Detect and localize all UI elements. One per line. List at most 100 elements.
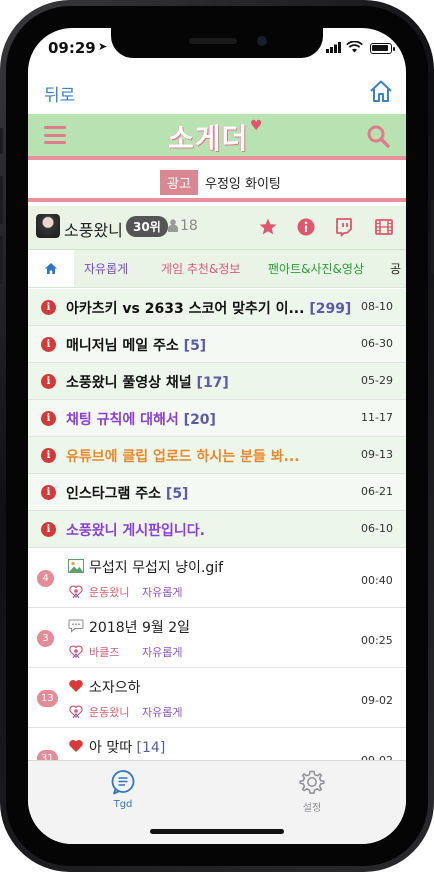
notice-row[interactable]: i 소풍왔니 풀영상 채널 [17] 05-29 [28, 363, 406, 400]
tab-home[interactable] [28, 250, 74, 287]
tab-tgd-label[interactable]: Tgd [93, 799, 153, 810]
location-arrow-icon: ➤ [98, 40, 108, 53]
film-icon[interactable] [374, 217, 394, 237]
comment-count-badge: 13 [37, 690, 58, 707]
notice-title: 소풍왔니 풀영상 채널 [17] [66, 372, 229, 392]
wifi-icon [346, 41, 363, 53]
ad-banner[interactable]: 광고 우정잉 화이팅 [28, 164, 406, 202]
battery-icon [370, 43, 395, 54]
post-date: 06-21 [361, 485, 393, 498]
info-icon[interactable] [296, 217, 316, 237]
user-level-icon [68, 583, 84, 599]
comment-count-badge: 3 [37, 630, 54, 647]
mute-switch [0, 128, 3, 154]
cellular-signal-icon [326, 42, 341, 53]
post-date: 11-17 [361, 411, 393, 424]
channel-name: 소풍왔니 [64, 221, 123, 240]
brand-header: 소게더 ♥ [28, 114, 406, 160]
home-icon [45, 263, 57, 274]
twitch-icon[interactable] [334, 217, 354, 237]
channel-avatar [36, 214, 60, 238]
notice-row[interactable]: i 매니저님 메일 주소 [5] 06-30 [28, 326, 406, 363]
post-board: 자유롭게 [142, 706, 183, 719]
tab-settings-label[interactable]: 설정 [282, 799, 342, 814]
notice-title-text: 인스타그램 주소 [66, 486, 162, 502]
comment-count: [299] [309, 301, 352, 317]
logo-heart-icon: ♥ [250, 118, 263, 134]
post-date: 08-10 [361, 300, 393, 313]
notice-info-icon: i [41, 300, 56, 315]
notice-title-text: 소풍왔니 게시판입니다. [66, 523, 205, 539]
post-title-text: 무섭지 무섭지 냥이.gif [89, 560, 224, 576]
post-title-text: 2018년 9월 2일 [89, 620, 190, 636]
notice-row[interactable]: i 아카츠키 vs 2633 스코어 맞추기 이... [299] 08-10 [28, 289, 406, 326]
notice-row[interactable]: i 유튜브에 클립 업로드 하시는 분들 봐... 09-13 [28, 437, 406, 474]
post-title: 아 맞따 [14] [89, 737, 165, 757]
notice-title-text: 유튜브에 클립 업로드 하시는 분들 봐... [66, 449, 300, 465]
user-level-icon [68, 643, 84, 659]
volume-up-button [0, 176, 3, 224]
post-date: 06-10 [361, 522, 393, 535]
post-date: 06-30 [361, 337, 393, 350]
heart-icon [68, 678, 84, 692]
comment-count: [17] [196, 375, 229, 391]
post-author[interactable]: 바클즈 [89, 644, 119, 660]
notice-title: 유튜브에 클립 업로드 하시는 분들 봐... [66, 446, 300, 466]
post-row[interactable]: 4 무섭지 무섭지 냥이.gif 운동왔니 자유롭게 00:40 [28, 548, 406, 608]
notice-row[interactable]: i 인스타그램 주소 [5] 06-21 [28, 474, 406, 511]
chat-bubble-icon[interactable] [110, 769, 136, 795]
notice-row[interactable]: i 채팅 규칙에 대해서 [20] 11-17 [28, 400, 406, 437]
notice-title: 매니저님 메일 주소 [5] [66, 335, 206, 355]
gear-icon[interactable] [299, 769, 325, 795]
notice-title: 채팅 규칙에 대해서 [20] [66, 409, 216, 429]
rank-badge: 30위 [126, 216, 168, 237]
notice-info-icon: i [41, 485, 56, 500]
post-title: 무섭지 무섭지 냥이.gif [89, 557, 223, 577]
comment-count: [14] [136, 740, 166, 756]
search-icon[interactable] [366, 124, 390, 148]
post-board: 자유롭게 [142, 646, 183, 659]
post-title: 2018년 9월 2일 [89, 617, 190, 637]
ad-badge: 광고 [160, 170, 198, 195]
notice-info-icon: i [41, 374, 56, 389]
post-list: i 아카츠키 vs 2633 스코어 맞추기 이... [299] 08-10 i 매니… [28, 289, 406, 788]
post-date: 00:25 [361, 634, 393, 647]
notice-title: 소풍왔니 게시판입니다. [66, 520, 205, 540]
tab-free-board[interactable]: 자유롭게 [84, 250, 128, 287]
post-author[interactable]: 운동왔니 [89, 584, 129, 600]
post-author[interactable]: 운동왔니 [89, 704, 129, 720]
notice-title-text: 소풍왔니 풀영상 채널 [66, 375, 192, 391]
notice-title-text: 아카츠키 vs 2633 스코어 맞추기 이... [66, 301, 305, 317]
user-level-icon [68, 703, 84, 719]
post-date: 09-13 [361, 448, 393, 461]
speaker-grille [189, 38, 237, 44]
tab-fanart[interactable]: 팬아트&사진&영상 [268, 250, 364, 287]
status-time: 09:29 [48, 39, 96, 57]
hamburger-menu-icon[interactable] [44, 126, 66, 144]
notice-title: 인스타그램 주소 [5] [66, 483, 188, 503]
comment-count-badge: 4 [37, 570, 54, 587]
notice-title-text: 매니저님 메일 주소 [66, 338, 179, 354]
notch [111, 28, 323, 58]
home-icon[interactable] [368, 78, 394, 104]
notice-title-text: 채팅 규칙에 대해서 [66, 412, 179, 428]
notice-row[interactable]: i 소풍왔니 게시판입니다. 06-10 [28, 511, 406, 548]
post-title: 소자으하 [89, 677, 141, 697]
tab-game-info[interactable]: 게임 추천&정보 [161, 250, 240, 287]
front-camera [257, 36, 267, 46]
star-icon[interactable] [258, 217, 278, 237]
back-button[interactable]: 뒤로 [44, 81, 75, 106]
post-row[interactable]: 13 소자으하 운동왔니 자유롭게 09-02 [28, 668, 406, 728]
notice-info-icon: i [41, 448, 56, 463]
top-nav: 뒤로 [28, 72, 406, 112]
ad-text: 우정잉 화이팅 [205, 177, 281, 192]
channel-header: 소풍왔니 30위 18 [28, 206, 406, 250]
app-screen: 09:29 ➤ 뒤로 소게더 ♥ 광고 우정잉 화이팅 소풍왔니 30위 18 … [28, 28, 406, 844]
comment-count: [5] [165, 486, 189, 502]
tab-notice[interactable]: 공지 [390, 250, 406, 287]
board-tabs: 자유롭게 게임 추천&정보 팬아트&사진&영상 공지 [28, 250, 406, 288]
image-icon [68, 558, 84, 573]
comment-count: [20] [183, 412, 216, 428]
post-title-text: 아 맞따 [89, 740, 133, 756]
post-row[interactable]: 3 2018년 9월 2일바클즈 자유롭게 00:25 [28, 608, 406, 668]
